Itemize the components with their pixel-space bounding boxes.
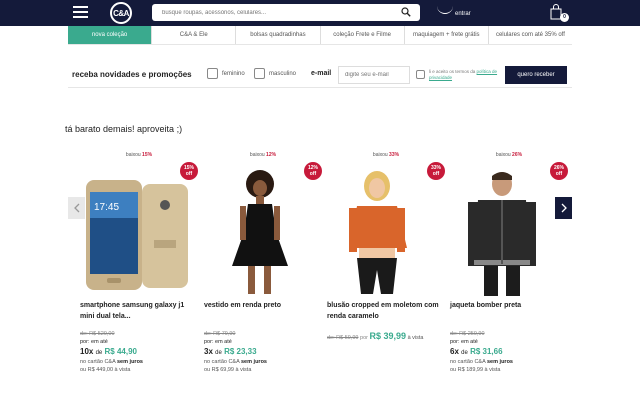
tab-bolsas[interactable]: bolsas quadradinhas: [236, 26, 321, 44]
installments: 10x de R$ 44,90: [80, 347, 137, 356]
tab-celulares[interactable]: celulares com até 35% off: [489, 26, 572, 44]
por-label: por: [360, 335, 368, 341]
price-drop-label: baixou 15%: [125, 152, 153, 158]
tab-colecao-filme[interactable]: coleção Frete e Filme: [321, 26, 405, 44]
brand-logo[interactable]: C&A: [110, 2, 132, 24]
old-price: de: R$ 529,00: [80, 331, 115, 337]
discount-badge: 33% off: [427, 162, 445, 180]
sale-price-line: de: R$ 59,99 por R$ 39,99 à vista: [327, 331, 445, 344]
cart-count-badge: 0: [560, 13, 569, 22]
product-name[interactable]: smartphone samsung galaxy j1 mini dual t…: [80, 300, 198, 322]
product-name[interactable]: blusão cropped em moletom com renda cara…: [327, 300, 445, 322]
tab-ca-ele[interactable]: C&A & Ele: [152, 26, 237, 44]
por-label: por: em até: [80, 338, 108, 345]
product-card[interactable]: baixou 33% 33% off blusão cropped em mole…: [327, 150, 445, 390]
female-checkbox[interactable]: [207, 68, 218, 79]
discount-badge: 26% off: [550, 162, 568, 180]
card-line: no cartão C&A sem juros: [204, 359, 267, 365]
newsletter-bar: receba novidades e promoções feminino ma…: [68, 63, 572, 88]
old-price: de: R$ 59,99: [327, 335, 359, 341]
installments: 6x de R$ 31,66: [450, 347, 503, 356]
price-drop-label: baixou 12%: [249, 152, 277, 158]
discount-badge: 15% off: [180, 162, 198, 180]
male-label: masculino: [269, 71, 297, 77]
menu-icon[interactable]: [73, 6, 88, 18]
tab-nova-colecao[interactable]: nova coleção: [68, 26, 153, 44]
consent-checkbox[interactable]: [416, 70, 425, 79]
product-image-smartphone[interactable]: 17:45: [80, 170, 198, 298]
male-checkbox[interactable]: [254, 68, 265, 79]
installments: 3x de R$ 23,33: [204, 347, 257, 356]
product-name[interactable]: vestido em renda preto: [204, 300, 322, 311]
search-input[interactable]: [162, 6, 390, 19]
subscribe-button[interactable]: quero receber: [505, 66, 567, 84]
product-card[interactable]: baixou 15% 17:45 15% off smartphone samsu…: [80, 150, 198, 390]
cash-price: ou R$ 69,99 à vista: [204, 366, 252, 373]
price-block: de: R$ 79,90 por: em até 3x de R$ 23,33 …: [204, 331, 322, 374]
cash-label: à vista: [407, 335, 424, 341]
discount-badge: 12% off: [304, 162, 322, 180]
consent-label: li e aceito os termos da: [429, 69, 476, 74]
email-field[interactable]: [338, 66, 410, 84]
old-price: de: R$ 259,90: [450, 331, 485, 337]
tab-maquiagem[interactable]: maquiagem + frete grátis: [405, 26, 489, 44]
cash-price: ou R$ 189,99 à vista: [450, 366, 501, 373]
product-image-jacket[interactable]: [450, 170, 568, 298]
search-icon[interactable]: [401, 7, 411, 17]
account-icon[interactable]: [437, 6, 453, 14]
product-image-dress[interactable]: [204, 170, 322, 298]
por-label: por: em até: [204, 338, 232, 345]
product-card[interactable]: baixou 12% 12% off vestido em renda preto…: [204, 150, 322, 390]
consent-text: li e aceito os termos da política de pri…: [429, 69, 499, 80]
search-box: [152, 4, 420, 21]
product-name[interactable]: jaqueta bomber preta: [450, 300, 568, 311]
por-label: por: em até: [450, 338, 478, 345]
newsletter-title: receba novidades e promoções: [72, 70, 192, 79]
price-drop-label: baixou 33%: [372, 152, 400, 158]
female-label: feminino: [222, 71, 245, 77]
section-title: tá barato demais! aproveita ;): [65, 124, 183, 134]
product-image-sweater[interactable]: [327, 170, 445, 298]
product-card[interactable]: baixou 26% 26% off jaqueta bomber preta d…: [450, 150, 568, 390]
card-line: no cartão C&A sem juros: [80, 359, 143, 365]
card-line: no cartão C&A sem juros: [450, 359, 513, 365]
price-block: de: R$ 529,00 por: em até 10x de R$ 44,9…: [80, 331, 198, 374]
cash-price: ou R$ 449,00 à vista: [80, 366, 131, 373]
email-label: e-mail: [311, 70, 332, 77]
old-price: de: R$ 79,90: [204, 331, 236, 337]
svg-text:17:45: 17:45: [94, 202, 119, 213]
category-nav: nova coleção C&A & Ele bolsas quadradinh…: [68, 26, 572, 45]
sale-price: R$ 39,99: [369, 331, 407, 341]
price-drop-label: baixou 26%: [495, 152, 523, 158]
top-bar: C&A entrar 0: [0, 0, 640, 26]
price-block: de: R$ 259,90 por: em até 6x de R$ 31,66…: [450, 331, 568, 374]
price-block: de: R$ 59,99 por R$ 39,99 à vista: [327, 331, 445, 344]
login-link[interactable]: entrar: [455, 11, 471, 17]
